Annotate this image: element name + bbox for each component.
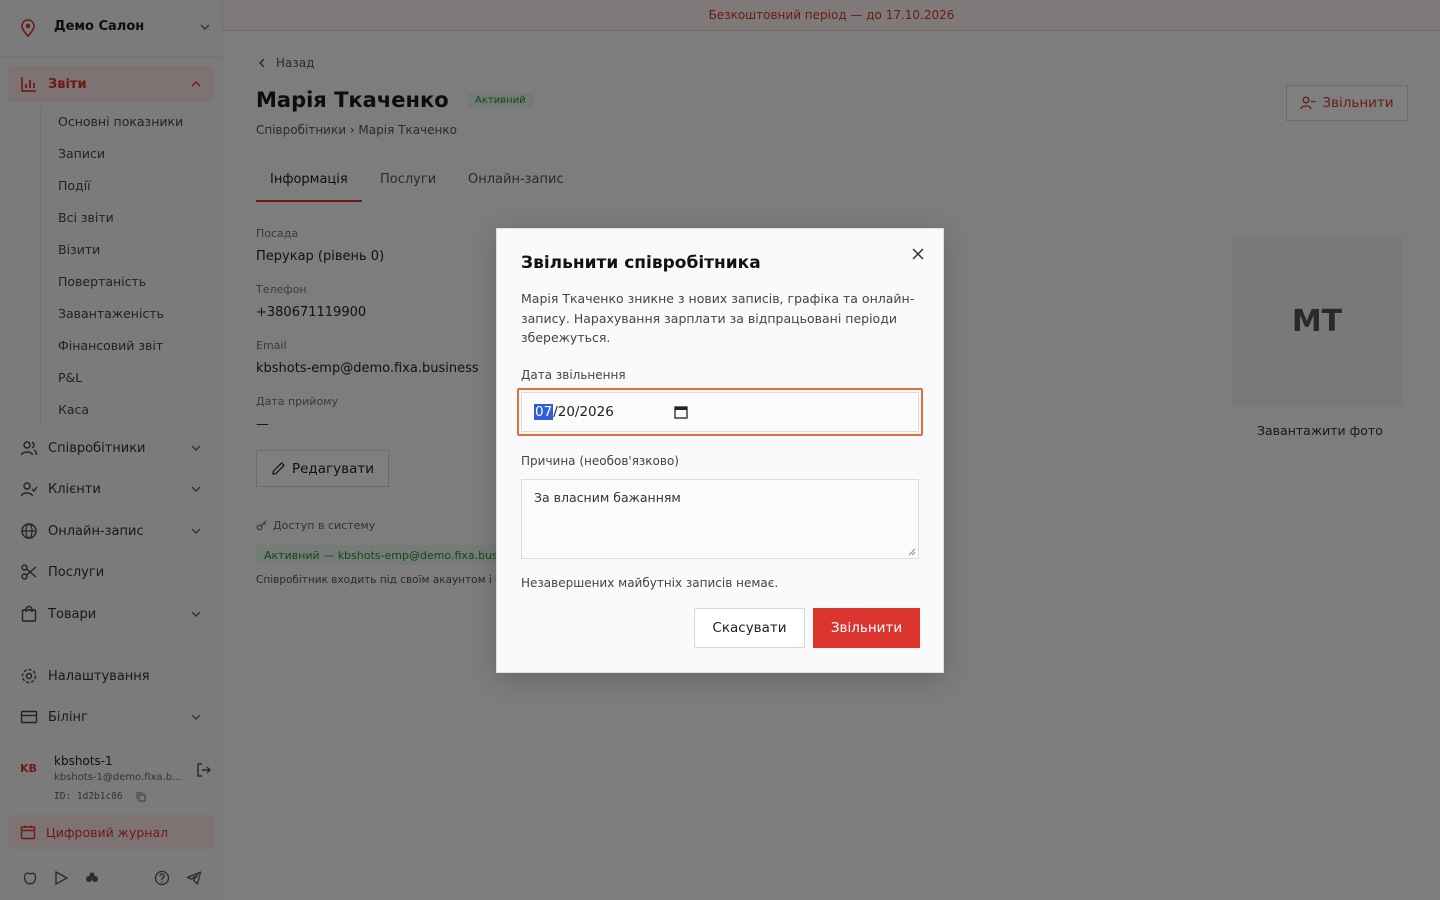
cancel-button[interactable]: Скасувати [694, 608, 805, 648]
dismiss-date-label: Дата звільнення [521, 368, 626, 382]
date-month-segment[interactable]: 07 [534, 404, 554, 420]
dismiss-date-input[interactable]: 07/20/2026 [521, 392, 919, 432]
confirm-dismiss-button[interactable]: Звільнити [813, 608, 920, 648]
reason-label: Причина (необов'язково) [521, 454, 679, 468]
calendar-icon[interactable] [674, 405, 688, 419]
dialog-title: Звільнити співробітника [521, 253, 761, 273]
upcoming-appointments-note: Незавершених майбутніх записів немає. [521, 576, 779, 590]
resize-handle-icon[interactable] [908, 548, 916, 556]
close-icon[interactable] [911, 247, 925, 261]
reason-value: За власним бажанням [534, 490, 681, 505]
dismiss-employee-dialog: Звільнити співробітника Марія Ткаченко з… [496, 228, 944, 673]
date-rest-segment[interactable]: /20/2026 [553, 404, 614, 420]
reason-textarea[interactable]: За власним бажанням [521, 479, 919, 559]
dialog-description: Марія Ткаченко зникне з нових записів, г… [521, 291, 915, 345]
